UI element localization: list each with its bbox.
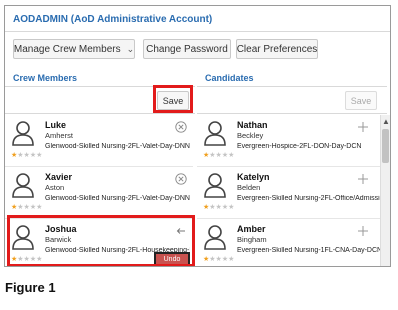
- candidate-card[interactable]: Katelyn Belden Evergreen-Skilled Nursing…: [197, 167, 385, 219]
- candidate-first-name: Amber: [237, 224, 266, 234]
- crew-members-header: Crew Members: [5, 69, 195, 87]
- crew-member-card[interactable]: Luke Amherst Glenwood-Skilled Nursing-2F…: [5, 115, 193, 167]
- remove-circle-icon[interactable]: [175, 173, 187, 185]
- candidate-assignment: Evergreen-Skilled Nursing-2FL-Office/Adm…: [237, 195, 382, 202]
- star-rating: ★★★★★: [11, 204, 43, 211]
- candidates-header: Candidates: [197, 69, 387, 87]
- manage-crew-dropdown[interactable]: Manage Crew Members ⌄: [13, 39, 135, 59]
- app-window: AODADMIN (AoD Administrative Account) Ma…: [4, 5, 391, 267]
- member-first-name: Luke: [45, 120, 67, 130]
- crew-member-card[interactable]: Xavier Aston Glenwood-Skilled Nursing-2F…: [5, 167, 193, 219]
- member-assignment: Glenwood-Skilled Nursing-2FL-Valet-Day-D…: [45, 195, 190, 202]
- member-last-name: Amherst: [45, 131, 73, 140]
- member-assignment: Glenwood-Skilled Nursing-2FL-Valet-Day-D…: [45, 143, 190, 150]
- add-plus-icon[interactable]: [357, 173, 369, 185]
- candidates-save-button[interactable]: Save: [345, 91, 377, 110]
- crew-save-button[interactable]: Save: [157, 91, 189, 110]
- candidates-save-bar: Save: [197, 88, 387, 114]
- toolbar: Manage Crew Members ⌄ Change Password Cl…: [5, 33, 390, 67]
- person-icon: [204, 173, 226, 198]
- candidate-last-name: Beckley: [237, 131, 264, 140]
- undo-button[interactable]: Undo: [154, 252, 190, 266]
- candidate-last-name: Belden: [237, 183, 261, 192]
- candidate-assignment: Evergreen-Hospice-2FL-DON-Day-DCN: [237, 143, 362, 150]
- person-icon: [12, 173, 34, 198]
- title-bar: AODADMIN (AoD Administrative Account): [5, 6, 390, 32]
- candidate-assignment: Evergreen-Skilled Nursing-1FL-CNA-Day-DC…: [237, 247, 382, 254]
- candidates-heading: Candidates: [205, 73, 254, 83]
- candidate-first-name: Katelyn: [237, 172, 270, 182]
- member-last-name: Barwick: [45, 235, 72, 244]
- crew-members-list: Luke Amherst Glenwood-Skilled Nursing-2F…: [5, 115, 193, 266]
- add-plus-icon[interactable]: [357, 121, 369, 133]
- star-rating: ★★★★★: [11, 256, 43, 263]
- candidate-card[interactable]: Amber Bingham Evergreen-Skilled Nursing-…: [197, 219, 385, 266]
- star-rating: ★★★★★: [203, 152, 235, 159]
- person-icon: [12, 225, 34, 250]
- member-first-name: Xavier: [45, 172, 73, 182]
- member-last-name: Aston: [45, 183, 65, 192]
- change-password-button[interactable]: Change Password: [143, 39, 231, 59]
- candidates-list: Nathan Beckley Evergreen-Hospice-2FL-DON…: [197, 115, 385, 266]
- figure-caption: Figure 1: [5, 280, 56, 295]
- crew-members-heading: Crew Members: [13, 73, 78, 83]
- candidate-last-name: Bingham: [237, 235, 267, 244]
- chevron-down-icon: ⌄: [126, 43, 135, 54]
- person-icon: [204, 225, 226, 250]
- crew-save-bar: Save: [5, 88, 195, 114]
- star-rating: ★★★★★: [203, 256, 235, 263]
- crew-member-card-pending-removal[interactable]: Joshua Barwick Glenwood-Skilled Nursing-…: [5, 219, 193, 266]
- account-title: AODADMIN (AoD Administrative Account): [13, 14, 213, 25]
- clear-preferences-button[interactable]: Clear Preferences: [236, 39, 318, 59]
- candidates-scrollbar[interactable]: ▲: [380, 115, 390, 266]
- person-icon: [204, 121, 226, 146]
- candidate-first-name: Nathan: [237, 120, 268, 130]
- scrollbar-thumb[interactable]: [382, 129, 389, 163]
- manage-crew-label: Manage Crew Members: [13, 43, 121, 55]
- person-icon: [12, 121, 34, 146]
- candidate-card[interactable]: Nathan Beckley Evergreen-Hospice-2FL-DON…: [197, 115, 385, 167]
- remove-circle-icon[interactable]: [175, 121, 187, 133]
- star-rating: ★★★★★: [203, 204, 235, 211]
- scroll-up-arrow-icon[interactable]: ▲: [382, 117, 390, 126]
- member-first-name: Joshua: [45, 224, 77, 234]
- undo-icon[interactable]: [175, 225, 187, 237]
- add-plus-icon[interactable]: [357, 225, 369, 237]
- star-rating: ★★★★★: [11, 152, 43, 159]
